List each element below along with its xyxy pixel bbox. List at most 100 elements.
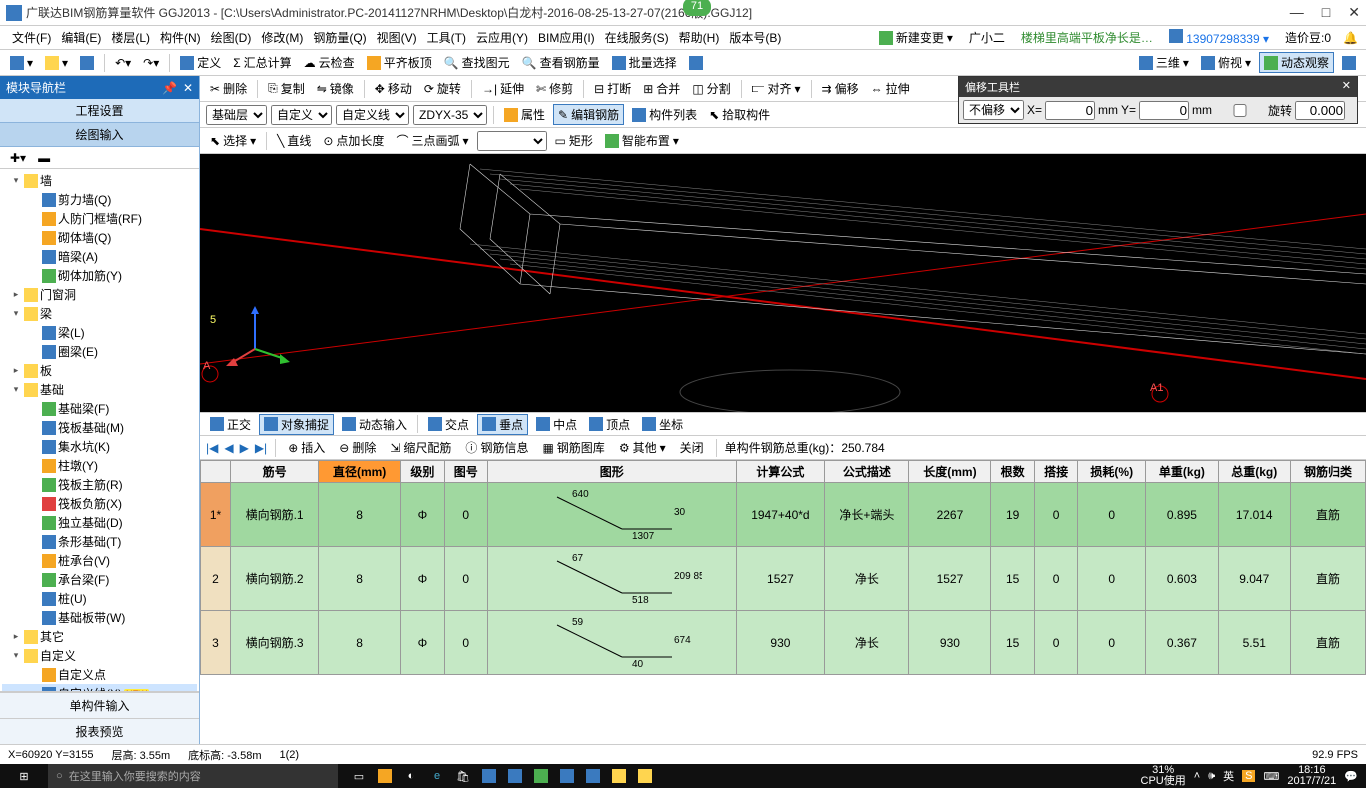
nav-tool1-icon[interactable]: ✚▾: [6, 150, 30, 166]
minimize-button[interactable]: —: [1290, 4, 1304, 21]
complist-button[interactable]: 构件列表: [628, 105, 701, 124]
menu-item[interactable]: 编辑(E): [57, 29, 105, 46]
tray-cpu[interactable]: 31%CPU使用: [1141, 765, 1186, 787]
snap-4[interactable]: 垂点: [477, 414, 528, 435]
tb-app7[interactable]: [582, 765, 604, 787]
split-button[interactable]: ◫ 分割: [688, 79, 734, 98]
offset-x-input[interactable]: [1045, 101, 1095, 120]
tray-notif-icon[interactable]: 💬: [1344, 770, 1358, 783]
tree-node[interactable]: 自定义线(X)NEW: [2, 684, 197, 691]
other-button[interactable]: ⚙ 其他 ▾: [615, 438, 670, 457]
tray-clock[interactable]: 18:162017/7/21: [1287, 765, 1336, 787]
tree-node[interactable]: 筏板负筋(X): [2, 494, 197, 513]
phone-link[interactable]: 13907298339 ▾: [1165, 29, 1273, 46]
close-button[interactable]: ✕: [1348, 4, 1360, 21]
tree-node[interactable]: 圈梁(E): [2, 342, 197, 361]
tray-net-icon[interactable]: 🕪: [1208, 770, 1215, 783]
sumcalc-button[interactable]: Σ 汇总计算: [229, 53, 295, 72]
tree-node[interactable]: 筏板基础(M): [2, 418, 197, 437]
tree-node[interactable]: 筏板主筋(R): [2, 475, 197, 494]
tree-node[interactable]: 集水坑(K): [2, 437, 197, 456]
menu-item[interactable]: 钢筋量(Q): [309, 29, 370, 46]
tree-node[interactable]: 柱墩(Y): [2, 456, 197, 475]
tree-node[interactable]: 梁(L): [2, 323, 197, 342]
align-button[interactable]: ⫍ 对齐 ▾: [748, 79, 805, 98]
nav-close-icon[interactable]: ✕: [183, 81, 193, 95]
break-button[interactable]: ⊟ 打断: [590, 79, 635, 98]
tree-node[interactable]: 桩(U): [2, 589, 197, 608]
snap-6[interactable]: 顶点: [585, 415, 634, 434]
tree-node[interactable]: 承台梁(F): [2, 570, 197, 589]
offset-button[interactable]: ⇉ 偏移: [818, 79, 863, 98]
redo-icon[interactable]: ↷▾: [139, 55, 163, 71]
tb-edge[interactable]: e: [426, 765, 448, 787]
birdseye-button[interactable]: 俯视 ▾: [1197, 53, 1255, 72]
tree-node[interactable]: ▾梁: [2, 304, 197, 323]
menu-item[interactable]: 文件(F): [8, 29, 55, 46]
insert-button[interactable]: ⊕ 插入: [284, 438, 329, 457]
dynview-button[interactable]: 动态观察: [1259, 52, 1334, 73]
maximize-button[interactable]: □: [1322, 4, 1330, 21]
bell-icon[interactable]: 🔔: [1343, 31, 1358, 45]
tree-node[interactable]: 条形基础(T): [2, 532, 197, 551]
tb-app6[interactable]: [556, 765, 578, 787]
menu-item[interactable]: 构件(N): [156, 29, 205, 46]
stretch-button[interactable]: ⇔ 拉伸: [867, 79, 914, 98]
findimage-button[interactable]: 🔍 查找图元: [440, 53, 514, 72]
draw-combo[interactable]: [477, 131, 547, 151]
snap-5[interactable]: 中点: [532, 415, 581, 434]
rebar-info-button[interactable]: ⓘ 钢筋信息: [461, 438, 532, 457]
3d-button[interactable]: 三维 ▾: [1135, 53, 1193, 72]
tab-report-preview[interactable]: 报表预览: [0, 718, 199, 744]
close-panel-button[interactable]: 关闭: [676, 438, 708, 457]
mirror-button[interactable]: ⇋ 镜像: [313, 79, 358, 98]
smart-tool[interactable]: 智能布置 ▾: [601, 131, 683, 150]
define-button[interactable]: 定义: [176, 53, 225, 72]
open-icon[interactable]: ▾: [41, 55, 72, 71]
batchselect-button[interactable]: 批量选择: [608, 53, 681, 72]
row-delete-button[interactable]: ⊖ 删除: [335, 438, 380, 457]
tray-ime[interactable]: 英: [1223, 768, 1234, 784]
extend-button[interactable]: →| 延伸: [478, 79, 528, 98]
attr-button[interactable]: 属性: [500, 105, 549, 124]
table-row[interactable]: 3横向钢筋.38Φ05940674930净长93015000.3675.51直筋: [201, 611, 1366, 675]
trim-button[interactable]: ✄ 修剪: [532, 79, 577, 98]
menu-item[interactable]: 版本号(B): [725, 29, 785, 46]
tb-app5[interactable]: [530, 765, 552, 787]
merge-button[interactable]: ⊞ 合并: [639, 79, 684, 98]
3d-viewport[interactable]: 5 A A1: [200, 154, 1366, 412]
category-select[interactable]: 自定义: [271, 105, 332, 125]
snap-7[interactable]: 坐标: [638, 415, 687, 434]
tray-s-icon[interactable]: S: [1242, 770, 1255, 782]
tb-app8[interactable]: [608, 765, 630, 787]
user-guangxiaoer[interactable]: 广小二: [965, 29, 1009, 46]
table-row[interactable]: 2横向钢筋.28Φ067518209 851527净长152715000.603…: [201, 547, 1366, 611]
rebar-grid[interactable]: 筋号直径(mm)级别图号图形计算公式公式描述长度(mm)根数搭接损耗(%)单重(…: [200, 460, 1366, 675]
arc-tool[interactable]: ⌒ 三点画弧 ▾: [392, 131, 472, 150]
tree-node[interactable]: 桩承台(V): [2, 551, 197, 570]
tb-app4[interactable]: [504, 765, 526, 787]
offset-y-input[interactable]: [1139, 101, 1189, 120]
menu-item[interactable]: 楼层(L): [107, 29, 154, 46]
menu-item[interactable]: 绘图(D): [207, 29, 256, 46]
tree-node[interactable]: ▾基础: [2, 380, 197, 399]
snap-3[interactable]: 交点: [424, 415, 473, 434]
rect-tool[interactable]: ▭ 矩形: [551, 131, 597, 150]
new-doc-icon[interactable]: ▾: [6, 55, 37, 71]
tree-node[interactable]: ▸门窗洞: [2, 285, 197, 304]
menu-item[interactable]: BIM应用(I): [534, 29, 599, 46]
tb-extra-icon[interactable]: [1338, 55, 1360, 71]
tree-node[interactable]: 暗梁(A): [2, 247, 197, 266]
offset-close-icon[interactable]: ✕: [1342, 79, 1351, 95]
tip-text[interactable]: 楼梯里高端平板净长是…: [1017, 29, 1157, 46]
snap-0[interactable]: 正交: [206, 415, 255, 434]
save-icon[interactable]: [76, 55, 98, 71]
ptlen-tool[interactable]: ⊙ 点加长度: [319, 131, 388, 150]
flatroof-button[interactable]: 平齐板顶: [363, 53, 436, 72]
tb-app1[interactable]: [374, 765, 396, 787]
subcategory-select[interactable]: 自定义线: [336, 105, 409, 125]
offset-rotate-check[interactable]: [1215, 104, 1265, 117]
tree-node[interactable]: ▸板: [2, 361, 197, 380]
rotate-button[interactable]: ⟳ 旋转: [420, 79, 465, 98]
tab-draw-input[interactable]: 绘图输入: [0, 123, 199, 147]
